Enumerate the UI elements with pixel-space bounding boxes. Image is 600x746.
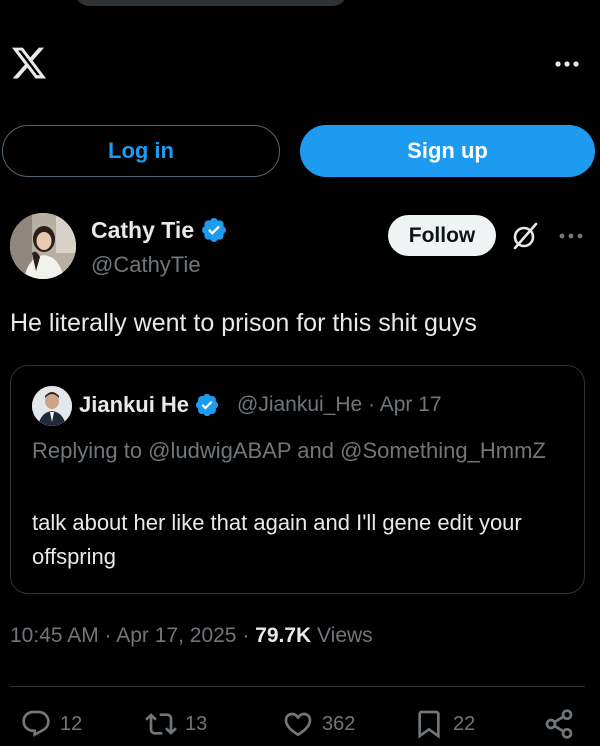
login-button[interactable]: Log in [2,125,280,177]
reply-count: 12 [60,712,83,735]
share-button[interactable] [543,706,575,742]
views-label: Views [311,624,373,647]
quoted-date: Apr 17 [379,393,442,416]
avatar[interactable] [10,213,76,279]
repost-count: 13 [185,712,208,735]
author-name[interactable]: Cathy Tie [91,216,228,244]
quoted-text: talk about her like that again and I'll … [32,510,522,569]
status-bar-notch [75,0,347,6]
repost-icon [145,713,177,735]
quoted-replying-to: Replying to @ludwigABAP and @Something_H… [32,438,546,463]
quoted-meta: @Jiankui_He · Apr 17 [237,393,442,416]
author-name-text[interactable]: Cathy Tie [91,217,194,244]
tweet-timestamp[interactable]: 10:45 AM · Apr 17, 2025 · [10,624,255,647]
follow-button[interactable]: Follow [388,215,496,256]
more-horizontal-icon[interactable] [552,54,582,74]
quoted-author-handle: @Jiankui_He [237,393,363,416]
quoted-author-name-text: Jiankui He [79,392,190,417]
author-handle[interactable]: @CathyTie [91,252,201,278]
like-count: 362 [322,712,356,735]
verified-badge-icon [195,393,219,417]
tweet-text: He literally went to prison for this shi… [10,309,477,337]
divider [10,686,585,687]
grok-icon[interactable] [510,221,540,251]
quoted-tweet[interactable]: Jiankui He @Jiankui_He · Apr 17 Replying… [10,365,585,594]
bookmark-button[interactable]: 22 [413,706,475,742]
bookmark-count: 22 [453,712,476,735]
signup-button[interactable]: Sign up [300,125,595,177]
reply-button[interactable]: 12 [20,706,82,742]
views-count: 79.7K [255,624,312,647]
verified-badge-icon [202,218,227,242]
tweet-meta: 10:45 AM · Apr 17, 2025 · 79.7K Views [10,624,373,648]
tweet-more-icon[interactable] [556,226,586,246]
reply-icon [22,710,50,737]
share-icon [545,709,573,739]
bookmark-icon [418,710,440,739]
repost-button[interactable]: 13 [145,706,207,742]
quoted-avatar [32,386,72,426]
like-button[interactable]: 362 [282,706,355,742]
x-logo-icon[interactable] [10,44,48,82]
heart-icon [284,712,312,737]
quoted-author-name: Jiankui He [79,392,220,418]
